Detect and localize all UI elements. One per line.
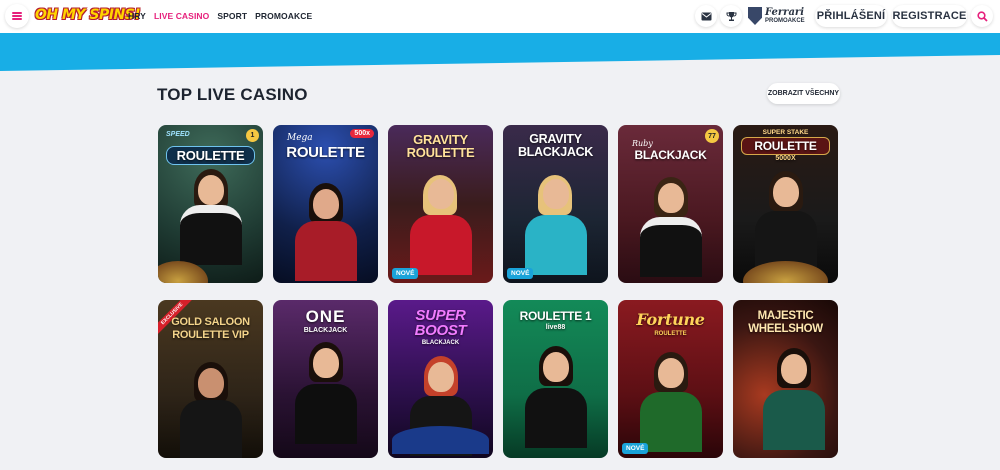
- ferrari-promo-link[interactable]: Ferrari PROMOAKCE: [748, 5, 805, 27]
- game-card[interactable]: EXCLUSIVE GOLD SALOON ROULETTE VIP: [158, 300, 263, 458]
- dealer-body: [410, 215, 472, 275]
- dealer-body: [295, 384, 357, 444]
- mail-button[interactable]: [695, 5, 717, 27]
- blackjack-table: [392, 426, 489, 454]
- game-title: ONE: [305, 307, 346, 326]
- register-button[interactable]: REGISTRACE: [892, 5, 967, 27]
- dealer-body: [525, 215, 587, 275]
- game-grid: SPEED 1 ROULETTE Mega 500x ROULETTE GRAV…: [158, 125, 840, 458]
- dealer-head: [543, 179, 569, 209]
- dealer-head: [198, 368, 224, 398]
- promo-banner[interactable]: [0, 33, 1000, 73]
- game-subtitle: ROULETTE: [654, 331, 687, 337]
- dealer-body: [640, 392, 702, 452]
- game-card[interactable]: SUPER BOOST BLACKJACK: [388, 300, 493, 458]
- dealer-head: [658, 183, 684, 213]
- menu-icon: [12, 12, 22, 14]
- game-card[interactable]: ONE BLACKJACK: [273, 300, 378, 458]
- game-pre-title: SUPER STAKE: [762, 129, 809, 136]
- trophy-icon: [726, 11, 736, 21]
- top-header: OH MY SPINS! HRY LIVE CASINO SPORT PROMO…: [0, 0, 1000, 33]
- game-title: ROULETTE 1: [519, 309, 592, 323]
- game-title: BLACKJACK: [634, 148, 707, 162]
- dealer-head: [781, 354, 807, 384]
- nav-item-hry[interactable]: HRY: [128, 11, 146, 21]
- game-title: MAJESTIC WHEELSHOW: [748, 310, 823, 336]
- game-subtitle: 5000X: [775, 155, 796, 162]
- dealer-head: [198, 175, 224, 205]
- game-badge: 1: [246, 129, 259, 142]
- game-title: ROULETTE: [741, 137, 830, 155]
- search-button[interactable]: [971, 5, 993, 27]
- dealer-body: [763, 390, 825, 450]
- promo-brand: Ferrari: [765, 7, 804, 18]
- game-badge: 500x: [350, 129, 374, 138]
- section-title: TOP LIVE CASINO: [157, 85, 308, 104]
- game-pre-title: SPEED: [166, 131, 190, 138]
- game-card[interactable]: Mega 500x ROULETTE: [273, 125, 378, 283]
- dealer-body: [640, 217, 702, 277]
- dealer-head: [428, 179, 454, 209]
- dealer-body: [180, 205, 242, 265]
- game-subtitle: live88: [545, 324, 566, 331]
- dealer-body: [295, 221, 357, 281]
- game-title: GOLD SALOON ROULETTE VIP: [171, 316, 250, 341]
- game-title: Fortune: [636, 310, 705, 329]
- nav-item-promoakce[interactable]: PROMOAKCE: [255, 11, 312, 21]
- game-subtitle: BLACKJACK: [421, 340, 460, 346]
- trophy-button[interactable]: [720, 5, 742, 27]
- dealer-body: [180, 400, 242, 458]
- show-all-button[interactable]: ZOBRAZIT VŠECHNY: [767, 83, 840, 104]
- game-card[interactable]: SPEED 1 ROULETTE: [158, 125, 263, 283]
- nav-item-live-casino[interactable]: LIVE CASINO: [154, 11, 209, 21]
- new-badge: NOVÉ: [392, 268, 419, 279]
- dealer-head: [543, 352, 569, 382]
- game-title: SUPER BOOST: [414, 307, 467, 339]
- mail-icon: [701, 12, 711, 20]
- search-icon: [976, 10, 988, 22]
- game-card[interactable]: Fortune ROULETTE NOVÉ: [618, 300, 723, 458]
- menu-button[interactable]: [5, 4, 29, 28]
- game-title: ROULETTE: [166, 146, 255, 165]
- dealer-head: [428, 362, 454, 392]
- dealer-head: [773, 177, 799, 207]
- dealer-head: [313, 348, 339, 378]
- dealer-body: [525, 388, 587, 448]
- nav-item-sport[interactable]: SPORT: [217, 11, 247, 21]
- shield-icon: [748, 7, 762, 25]
- game-subtitle: BLACKJACK: [303, 327, 348, 334]
- game-pre-title: Mega: [287, 133, 313, 143]
- game-title: GRAVITY ROULETTE: [406, 132, 475, 160]
- game-card[interactable]: MAJESTIC WHEELSHOW: [733, 300, 838, 458]
- game-card[interactable]: SUPER STAKE ROULETTE 5000X: [733, 125, 838, 283]
- promo-sub: PROMOAKCE: [765, 18, 805, 24]
- site-logo[interactable]: OH MY SPINS!: [35, 7, 141, 23]
- main-nav: HRY LIVE CASINO SPORT PROMOAKCE: [128, 11, 312, 21]
- new-badge: NOVÉ: [507, 268, 534, 279]
- game-title: GRAVITY BLACKJACK: [517, 132, 594, 159]
- game-card[interactable]: GRAVITY BLACKJACK NOVÉ: [503, 125, 608, 283]
- dealer-head: [313, 189, 339, 219]
- game-pre-title: Ruby: [632, 139, 653, 148]
- game-card[interactable]: Ruby 77 BLACKJACK: [618, 125, 723, 283]
- login-button[interactable]: PŘIHLÁŠENÍ: [815, 5, 887, 27]
- menu-icon-line: [12, 18, 22, 20]
- dealer-head: [658, 358, 684, 388]
- menu-icon-line: [12, 15, 22, 17]
- new-badge: NOVÉ: [622, 443, 649, 454]
- game-card[interactable]: GRAVITY ROULETTE NOVÉ: [388, 125, 493, 283]
- game-badge: 77: [705, 129, 719, 143]
- game-title: ROULETTE: [286, 144, 365, 161]
- game-card[interactable]: ROULETTE 1 live88: [503, 300, 608, 458]
